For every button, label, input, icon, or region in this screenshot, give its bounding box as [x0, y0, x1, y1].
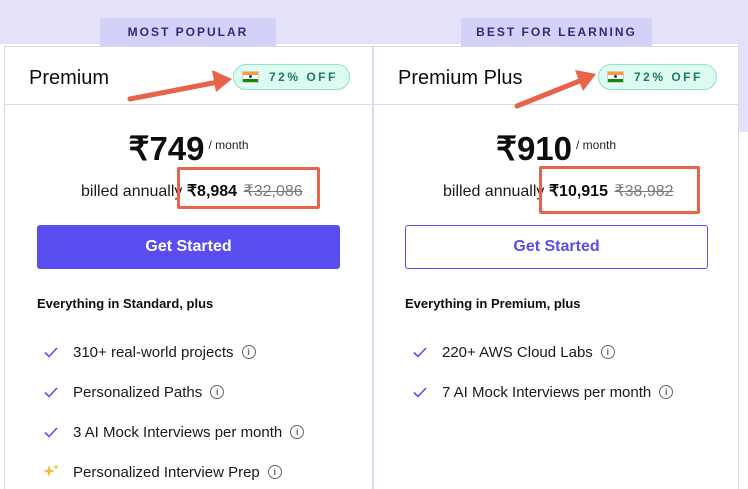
billed-row: billed annually ₹10,915 ₹38,982: [374, 181, 738, 201]
list-item: 310+ real-world projects i: [41, 332, 304, 372]
feature-text: 220+ AWS Cloud Labs: [442, 343, 593, 361]
plan-card-premium-plus: Premium Plus 72% OFF ₹910 / month billed…: [373, 46, 739, 489]
feature-text: 3 AI Mock Interviews per month: [73, 423, 283, 441]
get-started-button[interactable]: Get Started: [37, 225, 340, 269]
original-price: ₹38,982: [614, 183, 674, 200]
info-icon[interactable]: i: [210, 385, 225, 399]
side-band: [738, 0, 748, 132]
features-list: 310+ real-world projects i Personalized …: [41, 332, 305, 489]
list-item: 220+ AWS Cloud Labs i: [410, 332, 673, 372]
billed-row: billed annually ₹8,984 ₹32,086: [5, 181, 372, 201]
list-item: Personalized Paths i: [41, 372, 304, 412]
plan-name: Premium: [29, 67, 110, 89]
info-icon[interactable]: i: [600, 345, 615, 359]
most-popular-ribbon: MOST POPULAR: [100, 18, 276, 46]
billed-label: billed annually: [443, 183, 545, 200]
features-list: 220+ AWS Cloud Labs i 7 AI Mock Intervie…: [410, 332, 674, 412]
features-heading: Everything in Standard, plus: [37, 296, 214, 311]
discount-badge: 72% OFF: [598, 64, 717, 90]
info-icon[interactable]: i: [267, 465, 282, 479]
billed-price: ₹8,984: [186, 183, 238, 200]
india-flag-icon: [607, 71, 624, 83]
feature-text: Personalized Paths: [73, 383, 203, 401]
price-row: ₹749 / month: [5, 132, 372, 165]
feature-text: Personalized Interview Prep: [73, 463, 260, 481]
billed-label: billed annually: [81, 183, 183, 200]
feature-text: 310+ real-world projects: [73, 343, 234, 361]
monthly-price: ₹910: [495, 130, 573, 167]
check-icon: [41, 426, 61, 438]
india-flag-icon: [242, 71, 259, 83]
get-started-button[interactable]: Get Started: [405, 225, 708, 269]
plan-card-header: Premium Plus 72% OFF: [374, 47, 738, 105]
discount-text: 72% OFF: [634, 70, 703, 84]
list-item: Personalized Interview Prep i: [41, 452, 304, 489]
monthly-price: ₹749: [128, 130, 205, 167]
check-icon: [41, 346, 61, 358]
price-period: / month: [576, 138, 617, 152]
plan-card-header: Premium 72% OFF: [5, 47, 372, 105]
check-icon: [41, 386, 61, 398]
billed-price: ₹10,915: [548, 183, 608, 200]
info-icon[interactable]: i: [659, 385, 674, 399]
plan-card-premium: Premium 72% OFF ₹749 / month billed annu…: [4, 46, 373, 489]
price-row: ₹910 / month: [374, 132, 738, 165]
plan-name: Premium Plus: [398, 67, 523, 89]
check-icon: [410, 346, 430, 358]
info-icon[interactable]: i: [241, 345, 256, 359]
sparkle-icon: [41, 463, 61, 481]
discount-badge: 72% OFF: [233, 64, 350, 90]
discount-text: 72% OFF: [269, 70, 338, 84]
check-icon: [410, 386, 430, 398]
price-period: / month: [208, 138, 249, 152]
feature-text: 7 AI Mock Interviews per month: [442, 383, 652, 401]
best-for-learning-ribbon: BEST FOR LEARNING: [461, 18, 652, 46]
list-item: 7 AI Mock Interviews per month i: [410, 372, 674, 412]
features-heading: Everything in Premium, plus: [405, 296, 581, 311]
info-icon[interactable]: i: [290, 425, 305, 439]
list-item: 3 AI Mock Interviews per month i: [41, 412, 305, 452]
original-price: ₹32,086: [243, 183, 303, 200]
